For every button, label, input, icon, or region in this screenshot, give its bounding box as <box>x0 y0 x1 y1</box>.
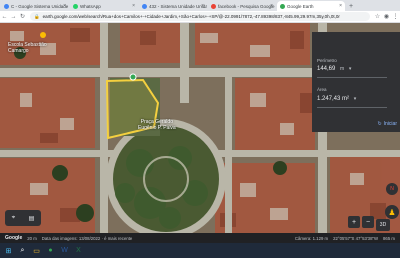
browser-toolbar: ← → ↻ 🔒 earth.google.com/web/search/Rua+… <box>0 11 400 23</box>
google-logo: Google <box>5 235 23 241</box>
tab-favicon-icon <box>4 3 9 9</box>
menu-icon[interactable]: ⋮ <box>391 13 400 20</box>
tab-close-icon[interactable]: × <box>270 3 273 9</box>
tab-label: Google Earth <box>287 3 314 9</box>
compass-button[interactable]: N <box>386 183 398 195</box>
location-icon[interactable]: ⌖ <box>12 215 15 222</box>
start-button-label: Iniciar <box>383 121 397 127</box>
area-label: Área <box>317 87 327 92</box>
area-unit-dropdown-icon[interactable]: ▾ <box>354 96 357 102</box>
measure-panel: Perímetro 144,69 m ▾ Área 1.247,43 m² ▾ … <box>312 32 400 132</box>
plaza-label-line2: Eugênio P. Paiva <box>138 125 176 131</box>
perimeter-underline <box>317 77 387 78</box>
perimeter-unit: m <box>340 66 345 72</box>
taskbar-windows-icon[interactable]: ⊞ <box>3 245 14 256</box>
taskbar-search-icon[interactable]: ⌕ <box>17 245 28 256</box>
browser-tab[interactable]: WhatsApp × <box>70 1 138 11</box>
browser-tab-bar: C - Google Sistema Unidade × WhatsApp × 432 … <box>0 0 400 11</box>
star-icon[interactable]: ☆ <box>373 13 382 20</box>
browser-tab[interactable]: Google Earth × <box>277 1 345 11</box>
perimeter-label: Perímetro <box>317 58 337 63</box>
plaza-label[interactable]: Praça Geraldo Eugênio P. Paiva <box>138 119 176 131</box>
taskbar-files-icon[interactable]: ▭ <box>31 245 42 256</box>
ground-altitude: 865 m <box>383 235 395 241</box>
tab-favicon-icon <box>211 3 216 9</box>
school-label-line2: Camargo <box>8 48 29 54</box>
school-label[interactable]: Escola Sebastião Camargo <box>8 42 47 54</box>
taskbar-chrome-icon[interactable]: ● <box>45 245 56 256</box>
restart-icon: ↻ <box>377 121 382 127</box>
view-3d-button[interactable]: 3D <box>376 219 390 231</box>
zoom-out-button[interactable]: − <box>362 216 374 228</box>
tab-close-icon[interactable]: × <box>339 3 342 9</box>
reload-icon[interactable]: ↻ <box>18 13 27 20</box>
map-tools-group: ⌖ ▤ <box>5 210 41 226</box>
compass-label: N <box>390 186 394 192</box>
perimeter-unit-dropdown-icon[interactable]: ▾ <box>349 66 352 72</box>
tab-label: WhatsApp <box>80 3 101 9</box>
forward-icon[interactable]: → <box>9 14 18 20</box>
tab-label: C - Google Sistema Unidade <box>11 3 69 9</box>
os-taskbar: ⊞ ⌕ ▭ ● W X <box>0 243 400 258</box>
zoom-in-button[interactable]: + <box>348 216 360 228</box>
imagery-date[interactable]: Data das imagens: 13/08/2022 · é mais re… <box>42 236 133 241</box>
tab-favicon-icon <box>73 3 78 9</box>
back-icon[interactable]: ← <box>0 14 9 20</box>
taskbar-word-icon[interactable]: W <box>59 245 70 256</box>
tab-favicon-icon <box>142 3 147 9</box>
perimeter-value: 144,69 <box>317 66 336 72</box>
area-readout[interactable]: 1.247,43 m² ▾ <box>317 96 356 102</box>
url-text: earth.google.com/web/search/Rua+dos+Cami… <box>42 14 340 19</box>
browser-tab[interactable]: facebook - Pesquisa Google × <box>208 1 276 11</box>
tab-close-icon[interactable]: × <box>63 3 66 9</box>
new-tab-button[interactable]: + <box>349 3 353 10</box>
coordinates: 22°05'57"S 47°53'38"W <box>333 235 379 241</box>
area-underline <box>317 107 387 108</box>
browser-tab[interactable]: 432 - Sistema Unidade Unida × <box>139 1 207 11</box>
tab-label: facebook - Pesquisa Google <box>218 3 275 9</box>
tab-label: 432 - Sistema Unidade Unida <box>149 3 207 9</box>
tab-favicon-icon <box>280 3 285 9</box>
tab-close-icon[interactable]: × <box>132 3 135 9</box>
start-button[interactable]: ↻ Iniciar <box>377 121 397 127</box>
camera-altitude: Câmera: 1.129 m <box>294 235 329 241</box>
lock-icon: 🔒 <box>34 13 40 19</box>
tab-close-icon[interactable]: × <box>201 3 204 9</box>
scale-text: 20 m <box>27 235 37 241</box>
taskbar-excel-icon[interactable]: X <box>73 245 84 256</box>
pegman-icon[interactable]: ♟ <box>385 205 399 219</box>
address-bar[interactable]: 🔒 earth.google.com/web/search/Rua+dos+Ca… <box>30 12 370 21</box>
area-value: 1.247,43 m² <box>317 96 350 102</box>
profile-icon[interactable]: ◉ <box>382 13 391 20</box>
browser-tab[interactable]: C - Google Sistema Unidade × <box>1 1 69 11</box>
layers-icon[interactable]: ▤ <box>29 215 35 222</box>
perimeter-readout[interactable]: 144,69 m ▾ <box>317 66 351 72</box>
status-bar: Google 20 m Data das imagens: 13/08/2022… <box>0 233 400 243</box>
